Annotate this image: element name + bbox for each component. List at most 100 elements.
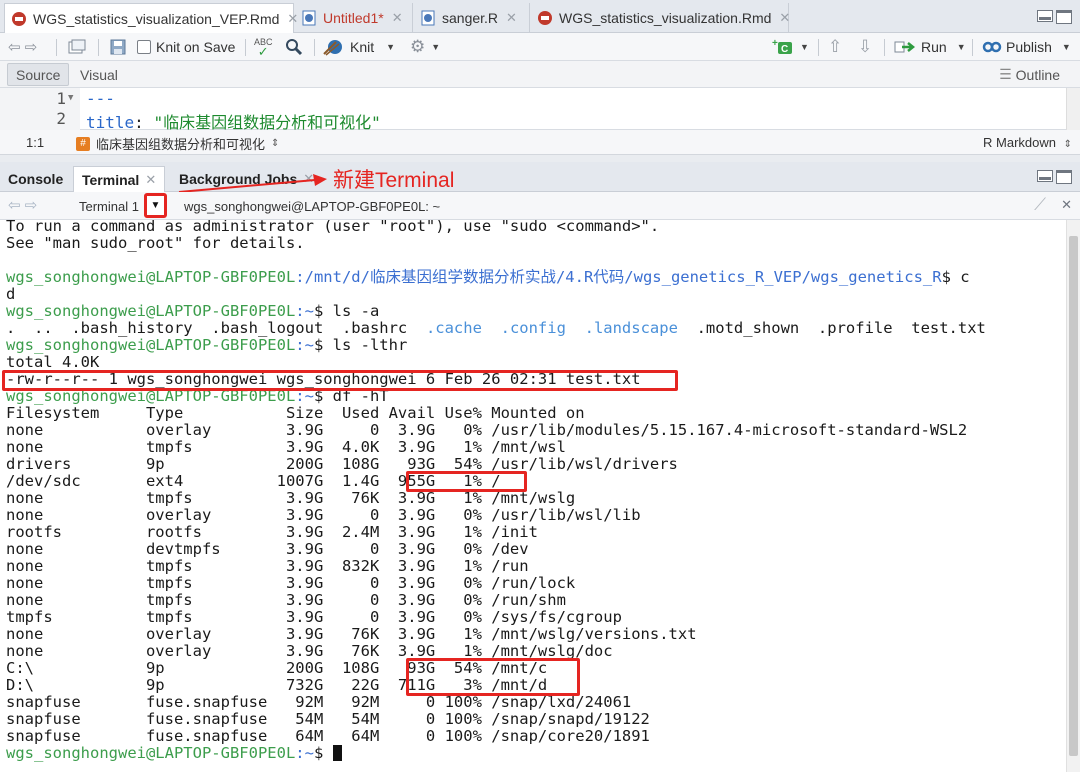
editor-tab-rmd[interactable]: WGS_statistics_visualization.Rmd ✕: [531, 3, 790, 33]
editor-toolbar: ⇦ ⇨ Knit on Save ABC ✓ Knit ▼ ⚙ ▼ C + ▼ ⇧ …: [0, 33, 1080, 61]
back-forward-icon[interactable]: ⇦ ⇨: [8, 33, 37, 61]
terminal-line: See "man sudo_root" for details.: [6, 234, 305, 252]
terminal-selector[interactable]: Terminal 1: [79, 199, 139, 214]
df-row: none tmpfs 3.9G 0 3.9G 0% /run/lock: [6, 574, 576, 592]
editor-tab-rmd-vep[interactable]: WGS_statistics_visualization_VEP.Rmd ✕: [4, 3, 298, 33]
maximize-pane-icon[interactable]: [1056, 10, 1072, 24]
df-row: none tmpfs 3.9G 832K 3.9G 1% /run: [6, 557, 529, 575]
df-row: none overlay 3.9G 0 3.9G 0% /usr/lib/wsl…: [6, 506, 641, 524]
df-row: rootfs rootfs 3.9G 2.4M 3.9G 1% /init: [6, 523, 538, 541]
terminal-prompt-line: wgs_songhongwei@LAPTOP-GBF0PE0L:~$: [6, 745, 342, 762]
editor-tab-bar: WGS_statistics_visualization_VEP.Rmd ✕ U…: [0, 0, 1080, 33]
prompt-path: :~: [295, 387, 314, 405]
df-row: none overlay 3.9G 76K 3.9G 1% /mnt/wslg/…: [6, 625, 697, 643]
prompt-command: $ ls -a: [313, 302, 380, 320]
ls-entries: . .. .bash_history .bash_logout .bashrc: [6, 319, 426, 337]
go-next-section-icon[interactable]: ⇩: [858, 33, 872, 61]
close-icon[interactable]: ✕: [506, 10, 517, 26]
chevron-down-icon[interactable]: ▼: [800, 42, 809, 52]
close-icon[interactable]: ✕: [145, 172, 156, 188]
terminal-line: d: [6, 285, 16, 303]
insert-chunk-button[interactable]: C + ▼: [772, 33, 809, 61]
chevron-down-icon[interactable]: ▼: [386, 42, 395, 52]
ls-dir: .cache: [425, 319, 482, 337]
terminal-scrollbar[interactable]: [1066, 220, 1080, 772]
tab-terminal[interactable]: Terminal ✕: [73, 166, 166, 192]
ls-entries: .motd_shown .profile test.txt: [677, 319, 986, 337]
yarn-knit-icon: [323, 40, 342, 56]
rmd-file-icon: [538, 11, 552, 25]
find-search-icon[interactable]: [285, 33, 303, 61]
editor-tab-untitled1[interactable]: Untitled1* ✕: [295, 3, 413, 33]
go-previous-section-icon[interactable]: ⇧: [828, 33, 842, 61]
gear-icon[interactable]: ⚙ ▼: [410, 33, 440, 61]
toolbar-separator: [56, 39, 57, 56]
file-type-selector[interactable]: R Markdown ⇕: [983, 135, 1072, 150]
code-line: 2 title: "临床基因组数据分析和可视化": [0, 109, 1060, 132]
run-arrow-icon: [894, 41, 916, 53]
maximize-pane-icon[interactable]: [1056, 170, 1072, 184]
editor-tab-sanger[interactable]: sanger.R ✕: [414, 3, 530, 33]
outline-icon: ☰: [999, 66, 1012, 82]
toolbar-separator: [972, 39, 973, 56]
df-row: none devtmpfs 3.9G 0 3.9G 0% /dev: [6, 540, 529, 558]
chevron-down-icon[interactable]: ▼: [957, 42, 966, 52]
df-row: /dev/sdc ext4 1007G 1.4G 955G 1% /: [6, 472, 501, 490]
show-in-window-icon[interactable]: [68, 33, 86, 61]
terminal-line: -rw-r--r-- 1 wgs_songhongwei wgs_songhon…: [6, 370, 641, 388]
up-down-chevron-icon: ⇕: [1063, 139, 1072, 150]
run-label: Run: [921, 39, 947, 55]
editor-scrollbar[interactable]: [1066, 88, 1080, 130]
back-forward-icon[interactable]: ⇦ ⇨: [8, 196, 37, 214]
terminal-output[interactable]: To run a command as administrator (user …: [0, 220, 1080, 772]
doc-title: 临床基因组数据分析和可视化: [96, 137, 266, 152]
chevron-down-icon[interactable]: ▼: [1062, 42, 1071, 52]
prompt-user: wgs_songhongwei@LAPTOP-GBF0PE0L: [6, 336, 296, 354]
df-row: drivers 9p 200G 108G 93G 54% /usr/lib/ws…: [6, 455, 678, 473]
section-hash-icon: #: [76, 136, 90, 151]
prompt-path: :~: [295, 336, 314, 354]
line-number: 1: [56, 89, 66, 108]
knit-on-save-checkbox[interactable]: Knit on Save: [137, 33, 235, 61]
toolbar-separator: [98, 39, 99, 56]
terminal-cursor: [332, 745, 342, 761]
toolbar-separator: [818, 39, 819, 56]
df-header: Filesystem Type Size Used Avail Use% Mou…: [6, 404, 585, 422]
tab-label: WGS_statistics_visualization_VEP.Rmd: [33, 10, 280, 27]
minimize-pane-icon[interactable]: [1037, 10, 1053, 22]
close-icon[interactable]: ✕: [1061, 197, 1072, 213]
publish-label: Publish: [1006, 39, 1052, 55]
code-line: 1 ▼ ---: [0, 89, 1060, 109]
terminal-dropdown-button[interactable]: ▼: [144, 193, 167, 218]
visual-mode-button[interactable]: Visual: [72, 63, 126, 86]
clear-broom-icon[interactable]: ⟋: [1034, 195, 1046, 215]
df-row: snapfuse fuse.snapfuse 64M 64M 0 100% /s…: [6, 727, 650, 745]
spell-check-icon[interactable]: ABC ✓: [254, 33, 273, 61]
tab-console[interactable]: Console: [0, 166, 71, 192]
source-mode-button[interactable]: Source: [7, 63, 70, 86]
pane-window-controls: [1037, 170, 1072, 184]
annotation-text: 新建Terminal: [333, 169, 455, 192]
checkbox-icon[interactable]: [137, 40, 151, 54]
outline-button[interactable]: ☰ Outline: [991, 63, 1068, 86]
df-row: none tmpfs 3.9G 76K 3.9G 1% /mnt/wslg: [6, 489, 576, 507]
prompt-path: :~: [295, 302, 314, 320]
pane-splitter[interactable]: [0, 155, 1080, 162]
save-icon[interactable]: [110, 33, 126, 61]
fold-chevron-icon[interactable]: ▼: [68, 93, 73, 103]
minimize-pane-icon[interactable]: [1037, 170, 1053, 182]
chevron-down-icon[interactable]: ▼: [431, 42, 440, 52]
prompt-user: wgs_songhongwei@LAPTOP-GBF0PE0L: [6, 268, 296, 286]
code-editor[interactable]: 1 ▼ --- 2 title: "临床基因组数据分析和可视化": [0, 88, 1080, 132]
knit-button[interactable]: Knit ▼: [322, 33, 395, 61]
terminal-prompt-line: wgs_songhongwei@LAPTOP-GBF0PE0L:~$ df -h…: [6, 388, 389, 405]
publish-button[interactable]: Publish ▼: [982, 33, 1071, 61]
cursor-position: 1:1: [26, 135, 45, 150]
outline-label: Outline: [1015, 66, 1060, 83]
document-outline-selector[interactable]: # 临床基因组数据分析和可视化 ⇕: [76, 134, 279, 153]
run-button[interactable]: Run ▼: [894, 33, 966, 61]
terminal-ls-output: . .. .bash_history .bash_logout .bashrc …: [6, 320, 986, 337]
close-icon[interactable]: ✕: [392, 10, 403, 26]
close-icon[interactable]: ✕: [779, 10, 790, 26]
scrollbar-thumb[interactable]: [1069, 236, 1078, 756]
